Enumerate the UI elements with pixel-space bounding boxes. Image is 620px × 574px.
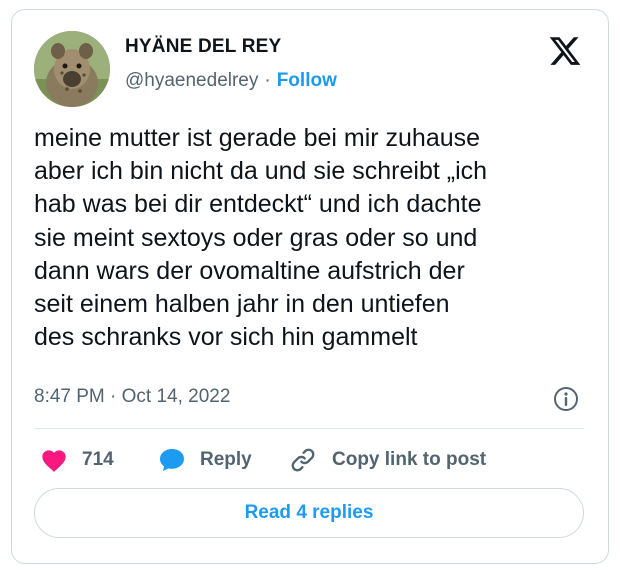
- link-icon: [291, 448, 315, 472]
- speech-bubble-icon: [160, 449, 184, 471]
- avatar[interactable]: [34, 31, 110, 107]
- tweet-line: dann wars der ovomaltine aufstrich der: [34, 256, 465, 285]
- tweet-timestamp[interactable]: 8:47 PM · Oct 14, 2022: [34, 386, 230, 408]
- tweet-line: sie meint sextoys oder gras oder so und: [34, 223, 478, 252]
- tweet-line: meine mutter ist gerade bei mir zuhause: [34, 124, 481, 152]
- reply-button[interactable]: Reply: [158, 446, 252, 474]
- separator-dot: ·: [264, 70, 271, 91]
- heart-icon: [42, 450, 66, 472]
- like-button[interactable]: 714: [40, 446, 114, 474]
- tweet-text: meine mutter ist gerade bei mir zuhause …: [34, 122, 594, 354]
- tweet-line: des schranks vor sich hin gammelt: [34, 323, 418, 352]
- divider: [34, 428, 584, 429]
- tweet-line: hab was bei dir entdeckt“ und ich dachte: [34, 190, 482, 219]
- tweet-line: aber ich bin nicht da und sie schreibt „…: [34, 157, 488, 186]
- reply-label: Reply: [200, 449, 252, 470]
- read-replies-button[interactable]: Read 4 replies: [34, 488, 584, 538]
- copy-link-label: Copy link to post: [332, 449, 487, 470]
- tweet-line: seit einem halben jahr in den untiefen: [34, 290, 450, 319]
- author-handle[interactable]: @hyaenedelrey: [125, 70, 258, 91]
- info-icon[interactable]: [553, 386, 579, 412]
- like-count: 714: [82, 449, 114, 470]
- x-logo-icon[interactable]: [548, 34, 582, 68]
- follow-button[interactable]: Follow: [277, 70, 337, 91]
- copy-link-button[interactable]: Copy link to post: [288, 446, 486, 474]
- author-handle-row: @hyaenedelrey · Follow: [125, 70, 337, 92]
- author-name[interactable]: HYÄNE DEL REY: [125, 36, 281, 58]
